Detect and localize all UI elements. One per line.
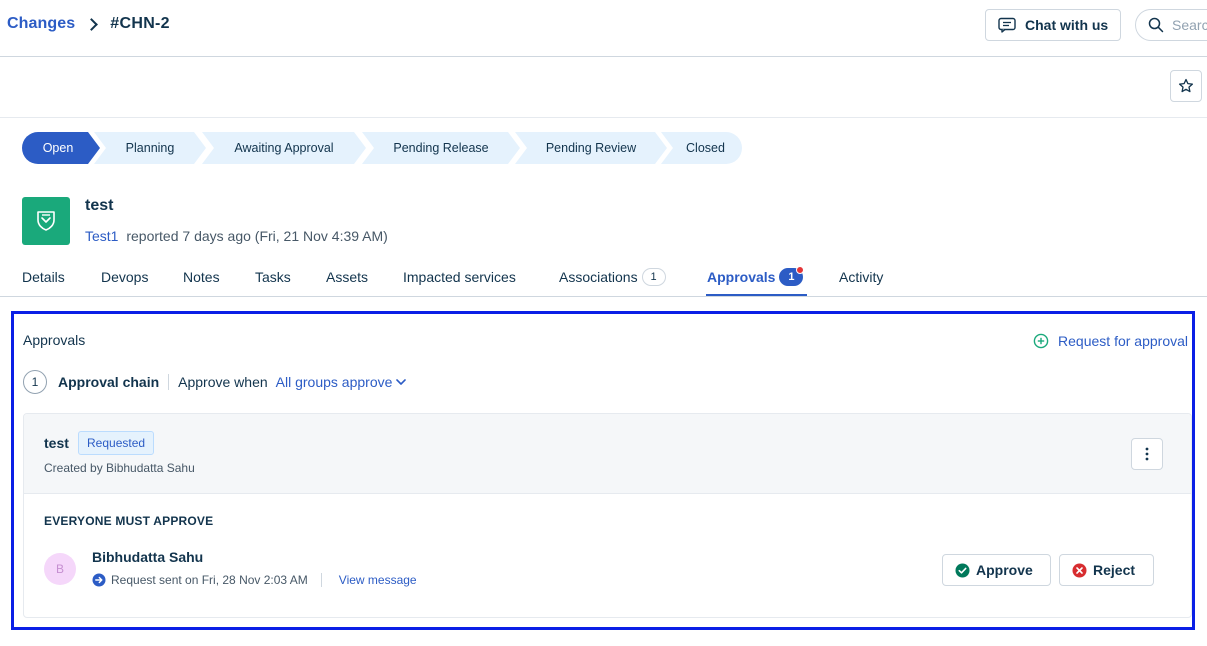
tab-associations[interactable]: Associations 1: [559, 267, 666, 287]
tab-activity[interactable]: Activity: [839, 267, 883, 287]
approvals-count-value: 1: [788, 271, 795, 283]
approvals-count-badge: 1: [779, 266, 805, 286]
shield-icon: [37, 211, 55, 231]
reported-text: reported 7 days ago (Fri, 21 Nov 4:39 AM…: [126, 228, 388, 244]
tab-devops-label: Devops: [101, 269, 149, 285]
tab-tasks[interactable]: Tasks: [255, 267, 291, 287]
more-options-button[interactable]: [1131, 438, 1163, 470]
stage-closed-label: Closed: [686, 141, 725, 155]
approval-chain-label: Approval chain: [58, 374, 160, 390]
view-message-link[interactable]: View message: [339, 573, 417, 587]
stage-open[interactable]: Open: [22, 132, 100, 164]
stage-pending-review-label: Pending Review: [545, 141, 637, 155]
reject-label: Reject: [1093, 562, 1136, 578]
status-badge: Requested: [78, 431, 155, 455]
approve-when-dropdown[interactable]: All groups approve: [276, 374, 407, 390]
stage-pending-release[interactable]: Pending Release: [362, 132, 520, 164]
approval-group-name: test: [44, 435, 69, 451]
approver-name: Bibhudatta Sahu: [92, 549, 204, 565]
tab-approvals-label: Approvals: [707, 269, 776, 285]
stage-closed[interactable]: Closed: [661, 132, 742, 164]
divider: [168, 374, 170, 390]
more-vertical-icon: [1145, 447, 1149, 461]
tab-impacted-services-label: Impacted services: [403, 269, 516, 285]
breadcrumb-current: #CHN-2: [110, 15, 170, 32]
stage-pending-review[interactable]: Pending Review: [515, 132, 667, 164]
breadcrumb: Changes #CHN-2: [7, 15, 170, 33]
approvals-heading: Approvals: [23, 332, 86, 348]
action-bar: [0, 58, 1207, 118]
request-for-approval-link[interactable]: Request for approval: [1033, 333, 1188, 349]
favorite-button[interactable]: [1170, 70, 1202, 102]
created-by-text: Created by Bibhudatta Sahu: [44, 461, 195, 475]
add-circle-icon: [1033, 333, 1049, 349]
approve-when-value: All groups approve: [275, 374, 393, 390]
tab-assets[interactable]: Assets: [326, 267, 368, 287]
check-circle-icon: [955, 563, 970, 577]
tab-notes-label: Notes: [183, 269, 220, 285]
search-icon: [1148, 17, 1164, 33]
arrow-right-circle-icon: [92, 573, 106, 587]
close-circle-icon: [1072, 563, 1087, 577]
associations-count-badge: 1: [641, 268, 666, 286]
divider: [320, 573, 322, 587]
request-sent-text: Request sent on Fri, 28 Nov 2:03 AM: [111, 573, 308, 587]
stage-pending-release-label: Pending Release: [393, 141, 489, 155]
chevron-down-icon: [396, 379, 407, 385]
stage-awaiting-approval-label: Awaiting Approval: [234, 141, 334, 155]
breadcrumb-changes-link[interactable]: Changes: [7, 15, 75, 33]
approver-meta: Request sent on Fri, 28 Nov 2:03 AM View…: [92, 573, 417, 587]
tab-details[interactable]: Details: [22, 267, 65, 287]
star-icon: [1178, 78, 1194, 93]
stage-open-label: Open: [42, 141, 74, 155]
chat-with-us-label: Chat with us: [1025, 17, 1109, 33]
request-for-approval-label: Request for approval: [1058, 333, 1188, 349]
tab-activity-label: Activity: [839, 269, 884, 285]
avatar: B: [44, 553, 76, 585]
tab-bar: Details Devops Notes Tasks Assets Impact…: [0, 256, 1207, 297]
ticket-meta: Test1 reported 7 days ago (Fri, 21 Nov 4…: [85, 228, 388, 244]
top-bar: Changes #CHN-2 Chat with us Search: [0, 0, 1207, 57]
approval-chain-row: 1 Approval chain Approve when All groups…: [23, 370, 407, 394]
search-input[interactable]: Search: [1135, 9, 1207, 41]
notification-dot: [796, 266, 805, 274]
stage-planning[interactable]: Planning: [94, 132, 206, 164]
approval-group-card: test Requested Created by Bibhudatta Sah…: [23, 413, 1192, 618]
active-tab-indicator: [706, 294, 807, 296]
reporter-link[interactable]: Test1: [85, 228, 118, 244]
chevron-right-icon: [85, 17, 99, 31]
tab-impacted-services[interactable]: Impacted services: [403, 267, 516, 287]
tab-devops[interactable]: Devops: [101, 267, 148, 287]
reject-button[interactable]: Reject: [1059, 554, 1154, 586]
tab-approvals[interactable]: Approvals 1: [707, 266, 805, 287]
chain-step-number: 1: [23, 370, 47, 394]
tab-notes[interactable]: Notes: [183, 267, 220, 287]
chat-icon: [998, 17, 1016, 33]
chat-with-us-button[interactable]: Chat with us: [985, 9, 1121, 41]
ticket-title: test: [85, 197, 114, 214]
approve-label: Approve: [976, 562, 1033, 578]
approve-button[interactable]: Approve: [942, 554, 1051, 586]
approvals-panel: Approvals Request for approval 1 Approva…: [11, 311, 1195, 630]
approve-when-label: Approve when: [178, 374, 268, 390]
stage-planning-label: Planning: [125, 141, 175, 155]
approval-group-header: test Requested Created by Bibhudatta Sah…: [24, 414, 1191, 494]
stage-awaiting-approval[interactable]: Awaiting Approval: [202, 132, 366, 164]
tab-tasks-label: Tasks: [255, 269, 291, 285]
approval-rule-label: EVERYONE MUST APPROVE: [44, 514, 214, 528]
search-placeholder: Search: [1172, 17, 1207, 33]
change-type-icon: [22, 197, 70, 245]
tab-assets-label: Assets: [326, 269, 369, 285]
tab-associations-label: Associations: [559, 269, 638, 285]
tab-details-label: Details: [22, 269, 65, 285]
